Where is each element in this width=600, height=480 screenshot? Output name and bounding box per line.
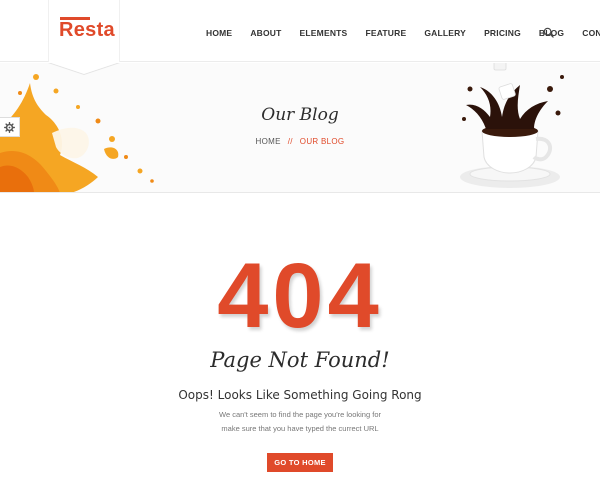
nav-item-gallery[interactable]: GALLERY	[424, 28, 466, 38]
breadcrumb: HOME // OUR BLOG	[0, 137, 600, 146]
logo-notch	[48, 62, 120, 74]
site-logo[interactable]: Resta	[59, 19, 115, 42]
breadcrumb-current: OUR BLOG	[299, 137, 345, 146]
go-to-home-button[interactable]: GO TO HOME	[267, 453, 333, 472]
breadcrumb-separator: //	[287, 137, 293, 146]
search-icon[interactable]	[543, 27, 554, 38]
site-header: Resta HOME ABOUT ELEMENTS FEATURE GALLER…	[0, 0, 600, 62]
error-code: 404	[217, 245, 383, 347]
nav-item-about[interactable]: ABOUT	[250, 28, 281, 38]
nav-item-pricing[interactable]: PRICING	[484, 28, 521, 38]
nav-item-feature[interactable]: FEATURE	[365, 28, 406, 38]
settings-toggle[interactable]	[0, 117, 20, 137]
coffee-cup-image	[460, 63, 564, 188]
nav-item-home[interactable]: HOME	[206, 28, 232, 38]
gear-icon	[4, 121, 15, 133]
page-banner: Our Blog HOME // OUR BLOG	[0, 63, 600, 193]
nav-item-elements[interactable]: ELEMENTS	[300, 28, 348, 38]
error-description-line-2: make sure that you have typed the currec…	[221, 424, 379, 433]
error-subheading: Oops! Looks Like Something Going Rong	[178, 388, 422, 402]
breadcrumb-home-link[interactable]: HOME	[256, 137, 281, 146]
main-nav: HOME ABOUT ELEMENTS FEATURE GALLERY PRIC…	[206, 26, 600, 40]
nav-item-contact[interactable]: CONTACT	[582, 28, 600, 38]
orange-splash-image	[0, 74, 154, 192]
error-description-line-1: We can't seem to find the page you're lo…	[219, 410, 381, 419]
page-title: Our Blog	[261, 105, 339, 125]
error-heading: Page Not Found!	[210, 348, 390, 372]
